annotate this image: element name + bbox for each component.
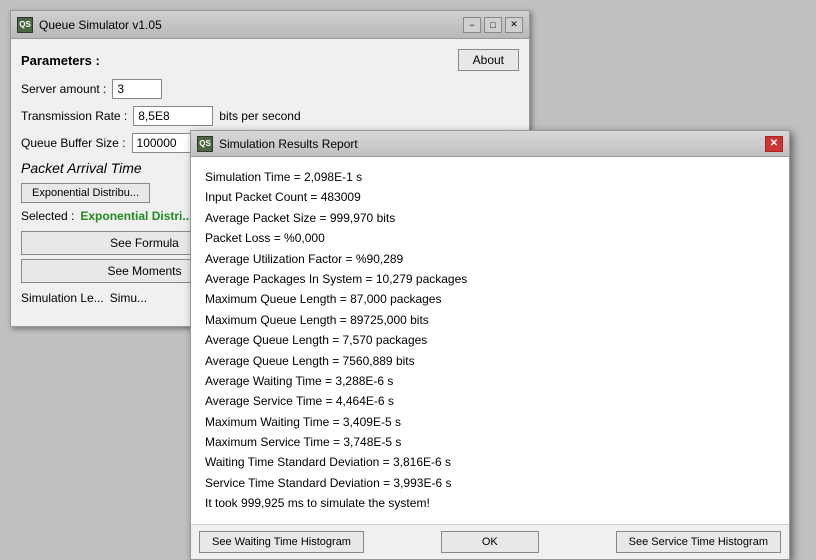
server-amount-input[interactable] [112, 79, 162, 99]
params-header-row: Parameters : About [21, 49, 519, 71]
main-title-bar: QS Queue Simulator v1.05 − □ ✕ [11, 11, 529, 39]
transmission-rate-label: Transmission Rate : [21, 109, 127, 123]
results-dialog: QS Simulation Results Report ✕ Simulatio… [190, 130, 790, 560]
queue-buffer-label: Queue Buffer Size : [21, 136, 126, 150]
transmission-rate-row: Transmission Rate : bits per second [21, 106, 519, 126]
result-line-11: Average Service Time = 4,464E-6 s [205, 391, 775, 411]
result-line-4: Average Utilization Factor = %90,289 [205, 249, 775, 269]
results-footer: See Waiting Time Histogram OK See Servic… [191, 524, 789, 559]
server-amount-label: Server amount : [21, 82, 106, 96]
results-content: Simulation Time = 2,098E-1 s Input Packe… [191, 157, 789, 524]
transmission-rate-unit: bits per second [219, 109, 300, 123]
results-title-text: Simulation Results Report [219, 137, 358, 151]
results-title-left: QS Simulation Results Report [197, 136, 358, 152]
waiting-histogram-button[interactable]: See Waiting Time Histogram [199, 531, 364, 553]
result-line-7: Maximum Queue Length = 89725,000 bits [205, 310, 775, 330]
result-line-2: Average Packet Size = 999,970 bits [205, 208, 775, 228]
title-bar-left: QS Queue Simulator v1.05 [17, 17, 162, 33]
simulation-label: Simulation Le... [21, 291, 104, 305]
results-close-button[interactable]: ✕ [765, 136, 783, 152]
result-line-15: Service Time Standard Deviation = 3,993E… [205, 473, 775, 493]
maximize-button[interactable]: □ [484, 17, 502, 33]
results-app-icon: QS [197, 136, 213, 152]
result-line-5: Average Packages In System = 10,279 pack… [205, 269, 775, 289]
service-histogram-button[interactable]: See Service Time Histogram [616, 531, 781, 553]
transmission-rate-input[interactable] [133, 106, 213, 126]
simulation-label-2: Simu... [110, 291, 147, 305]
window-controls: − □ ✕ [463, 17, 523, 33]
ok-button[interactable]: OK [441, 531, 539, 553]
result-line-9: Average Queue Length = 7560,889 bits [205, 351, 775, 371]
result-line-6: Maximum Queue Length = 87,000 packages [205, 289, 775, 309]
params-label: Parameters : [21, 53, 100, 68]
app-icon: QS [17, 17, 33, 33]
results-title-bar: QS Simulation Results Report ✕ [191, 131, 789, 157]
result-line-8: Average Queue Length = 7,570 packages [205, 330, 775, 350]
packet-arrival-label: Packet Arrival Time [21, 160, 142, 176]
minimize-button[interactable]: − [463, 17, 481, 33]
close-button[interactable]: ✕ [505, 17, 523, 33]
server-amount-row: Server amount : [21, 79, 519, 99]
selected-label: Selected : [21, 209, 74, 223]
distribution-button[interactable]: Exponential Distribu... [21, 183, 150, 203]
main-window-title: Queue Simulator v1.05 [39, 18, 162, 32]
result-line-16: It took 999,925 ms to simulate the syste… [205, 493, 775, 513]
about-button[interactable]: About [458, 49, 519, 71]
selected-value: Exponential Distri... [80, 209, 192, 223]
result-line-3: Packet Loss = %0,000 [205, 228, 775, 248]
result-line-10: Average Waiting Time = 3,288E-6 s [205, 371, 775, 391]
result-line-0: Simulation Time = 2,098E-1 s [205, 167, 775, 187]
result-line-14: Waiting Time Standard Deviation = 3,816E… [205, 452, 775, 472]
result-line-1: Input Packet Count = 483009 [205, 187, 775, 207]
result-line-13: Maximum Service Time = 3,748E-5 s [205, 432, 775, 452]
result-line-12: Maximum Waiting Time = 3,409E-5 s [205, 412, 775, 432]
